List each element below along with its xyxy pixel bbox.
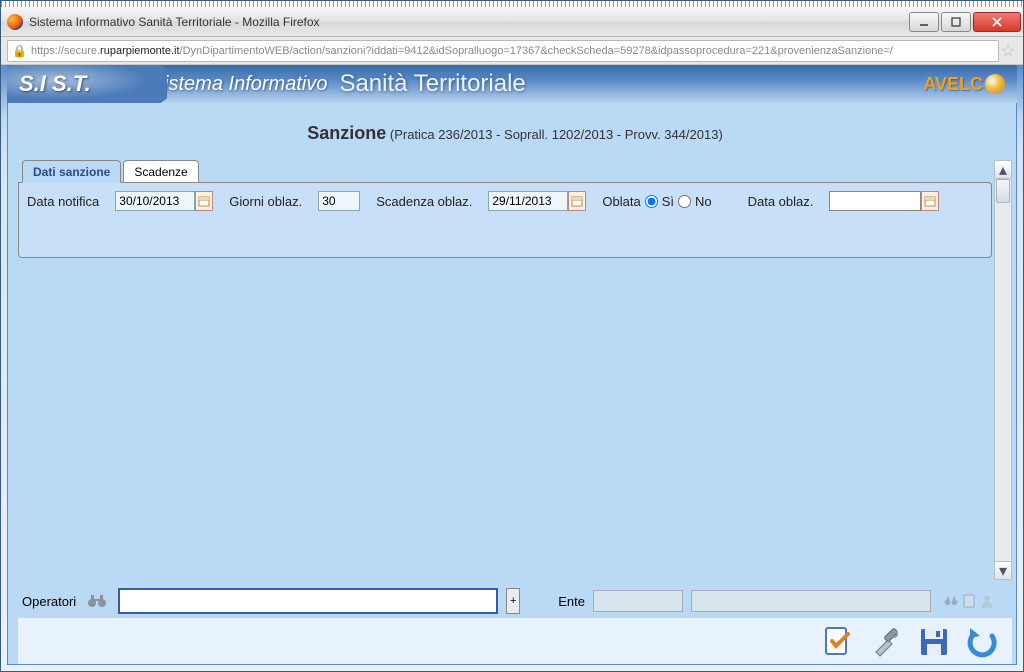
calendar-icon[interactable] bbox=[195, 191, 213, 211]
page-title-main: Sanzione bbox=[307, 123, 386, 143]
oblata-group: Oblata Sì No bbox=[602, 194, 711, 209]
operatori-label: Operatori bbox=[22, 594, 76, 609]
footer-bar: Operatori + Ente bbox=[18, 580, 1012, 618]
empty-area bbox=[18, 258, 992, 580]
ente-label: Ente bbox=[558, 594, 585, 609]
scroll-track[interactable] bbox=[995, 203, 1011, 561]
ente-code-input[interactable] bbox=[593, 590, 683, 612]
giorni-oblaz-label: Giorni oblaz. bbox=[229, 194, 302, 209]
window-title: Sistema Informativo Sanità Territoriale … bbox=[29, 15, 907, 29]
tab-scadenze[interactable]: Scadenze bbox=[123, 160, 198, 183]
app-body: S.I S.T. Sistema Informativo Sanità Terr… bbox=[1, 65, 1023, 671]
page-title: Sanzione (Pratica 236/2013 - Soprall. 12… bbox=[18, 111, 1012, 160]
oblata-no-radio[interactable] bbox=[678, 195, 691, 208]
giorni-oblaz-input[interactable] bbox=[318, 191, 360, 211]
oblata-label: Oblata bbox=[602, 194, 640, 209]
scroll-down-button[interactable]: ▾ bbox=[995, 561, 1011, 579]
settings-button[interactable] bbox=[868, 624, 904, 660]
add-operatore-button[interactable]: + bbox=[506, 588, 520, 614]
undo-button[interactable] bbox=[964, 624, 1000, 660]
page-title-detail: (Pratica 236/2013 - Soprall. 1202/2013 -… bbox=[390, 127, 723, 142]
url-scheme: https://secure. bbox=[31, 45, 100, 57]
person-icon[interactable] bbox=[979, 593, 995, 609]
scadenza-oblaz-label: Scadenza oblaz. bbox=[376, 194, 472, 209]
oblata-si-radio[interactable] bbox=[645, 195, 658, 208]
save-button[interactable] bbox=[916, 624, 952, 660]
header-subtitle: Sistema Informativo bbox=[151, 73, 328, 96]
operatori-input[interactable] bbox=[118, 588, 498, 614]
binoculars-icon[interactable] bbox=[84, 590, 110, 612]
lock-icon: 🔒 bbox=[12, 44, 27, 58]
url-host: ruparpiemonte.it bbox=[100, 45, 180, 57]
ente-name-input[interactable] bbox=[691, 590, 931, 612]
maximize-button[interactable] bbox=[941, 12, 971, 32]
scadenza-oblaz-input[interactable] bbox=[488, 191, 568, 211]
vertical-scrollbar[interactable]: ▴ ▾ bbox=[994, 160, 1012, 580]
url-input[interactable]: 🔒 https://secure.ruparpiemonte.it/DynDip… bbox=[7, 40, 999, 62]
firefox-icon bbox=[7, 14, 23, 30]
form-panel: Data notifica Giorni oblaz. Scadenza obl… bbox=[18, 182, 992, 258]
globe-icon bbox=[985, 74, 1005, 94]
binoculars-small-icon[interactable] bbox=[943, 593, 959, 609]
data-notifica-label: Data notifica bbox=[27, 194, 99, 209]
document-icon[interactable] bbox=[961, 593, 977, 609]
content-frame: Sanzione (Pratica 236/2013 - Soprall. 12… bbox=[7, 103, 1017, 665]
data-notifica-input[interactable] bbox=[115, 191, 195, 211]
oblata-si-label: Sì bbox=[662, 194, 674, 209]
data-oblaz-input[interactable] bbox=[829, 191, 921, 211]
url-path: /DynDipartimentoWEB/action/sanzioni?idda… bbox=[180, 45, 893, 57]
app-header: S.I S.T. Sistema Informativo Sanità Terr… bbox=[7, 65, 1017, 103]
close-button[interactable] bbox=[973, 12, 1021, 32]
action-bar bbox=[18, 618, 1012, 664]
data-oblaz-label: Data oblaz. bbox=[748, 194, 814, 209]
sist-logo: S.I S.T. bbox=[19, 71, 91, 97]
tabs: Dati sanzione Scadenze bbox=[22, 160, 992, 183]
header-title: Sanità Territoriale bbox=[339, 70, 525, 98]
bookmark-star-icon[interactable]: ☆ bbox=[999, 41, 1017, 61]
scroll-thumb[interactable] bbox=[996, 179, 1010, 203]
calendar-icon[interactable] bbox=[568, 191, 586, 211]
title-bar: Sistema Informativo Sanità Territoriale … bbox=[1, 7, 1023, 37]
tab-dati-sanzione[interactable]: Dati sanzione bbox=[22, 160, 121, 183]
url-bar: 🔒 https://secure.ruparpiemonte.it/DynDip… bbox=[1, 37, 1023, 65]
scroll-up-button[interactable]: ▴ bbox=[995, 161, 1011, 179]
calendar-icon[interactable] bbox=[921, 191, 939, 211]
minimize-button[interactable] bbox=[909, 12, 939, 32]
validate-button[interactable] bbox=[820, 624, 856, 660]
window-frame: Sistema Informativo Sanità Territoriale … bbox=[0, 0, 1024, 672]
brand-logo: AVELC bbox=[923, 74, 1005, 95]
oblata-no-label: No bbox=[695, 194, 712, 209]
